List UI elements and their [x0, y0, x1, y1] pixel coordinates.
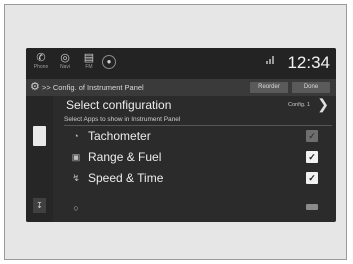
range-fuel-checkbox[interactable]: ✓: [306, 151, 318, 163]
tachometer-icon: ◔: [73, 131, 79, 141]
app-row-speed-time[interactable]: ↯ Speed & Time ✓: [64, 168, 332, 188]
gear-icon: ⚙: [30, 81, 40, 93]
section-label: Select Apps to show in Instrument Panel: [64, 116, 181, 123]
navigation-checkbox[interactable]: [306, 204, 318, 210]
voice-icon: ●: [106, 57, 112, 66]
scroll-thumb[interactable]: [33, 126, 46, 146]
status-bar: ✆ Phone ◎ Navi ▤ FM ● 12:34: [26, 48, 336, 79]
chevron-down-icon: ↧: [36, 201, 43, 210]
scrollbar[interactable]: ↧: [26, 96, 53, 222]
select-configuration-row[interactable]: Select configuration Config. 1 ❯: [64, 96, 332, 114]
title-bar: ⚙ >> Config. of Instrument Panel Reorder…: [26, 79, 336, 96]
app-row-navigation[interactable]: ○: [64, 189, 332, 213]
audio-button[interactable]: ▤ FM: [78, 52, 100, 70]
voice-button[interactable]: ●: [102, 55, 116, 69]
phone-button[interactable]: ✆ Phone: [30, 52, 52, 70]
fuel-icon: ▣: [71, 152, 81, 162]
chevron-right-icon: ❯: [317, 96, 329, 112]
navigation-icon: ○: [73, 203, 79, 213]
reorder-button[interactable]: Reorder: [250, 82, 288, 93]
phone-icon: ✆: [36, 52, 46, 64]
page-title: >> Config. of Instrument Panel: [42, 83, 144, 92]
tachometer-checkbox: ✓: [306, 130, 318, 142]
audio-icon: ▤: [83, 52, 95, 64]
app-row-range-fuel[interactable]: ▣ Range & Fuel ✓: [64, 147, 332, 167]
speed-time-checkbox[interactable]: ✓: [306, 172, 318, 184]
illustration-frame: ✆ Phone ◎ Navi ▤ FM ● 12:34 ⚙ >> Config.…: [4, 4, 347, 260]
infotainment-screen: ✆ Phone ◎ Navi ▤ FM ● 12:34 ⚙ >> Config.…: [26, 48, 336, 222]
config-value: Config. 1: [287, 102, 310, 108]
navigation-icon: ◎: [60, 52, 70, 64]
app-row-tachometer[interactable]: ◔ Tachometer ✓: [64, 126, 332, 146]
scroll-down-button[interactable]: ↧: [33, 198, 46, 213]
navigation-button[interactable]: ◎ Navi: [54, 52, 76, 70]
done-button[interactable]: Done: [292, 82, 330, 93]
speed-icon: ↯: [72, 173, 80, 183]
clock: 12:34: [287, 53, 330, 72]
signal-icon: [266, 56, 276, 64]
